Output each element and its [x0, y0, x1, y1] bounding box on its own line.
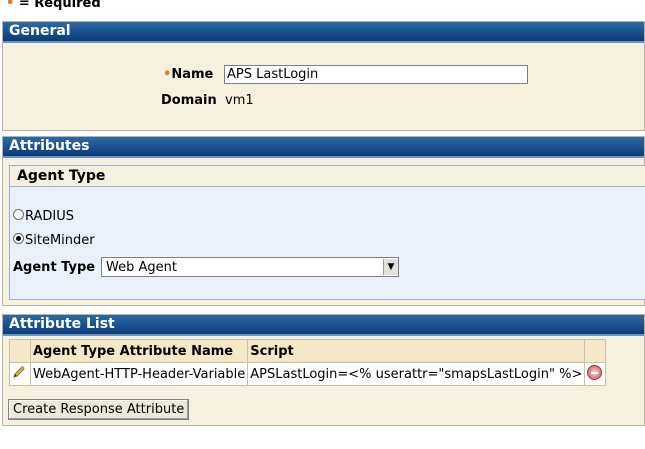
radius-label: RADIUS	[25, 209, 75, 224]
agent-type-panel: Agent Type	[9, 165, 645, 300]
name-input[interactable]	[224, 65, 528, 84]
edit-cell[interactable]	[9, 362, 31, 386]
required-marker: •	[6, 0, 15, 11]
agent-type-header: Agent Type	[10, 166, 645, 187]
remove-column-header	[584, 339, 607, 363]
domain-value: vm1	[225, 93, 254, 108]
agent-type-label: Agent Type	[13, 260, 96, 275]
general-header: General	[3, 22, 644, 43]
name-label-text: Name	[171, 67, 214, 82]
attribute-table: Agent Type Attribute Name Script WebAgen	[9, 339, 607, 386]
attribute-name-cell: WebAgent-HTTP-Header-Variable	[29, 362, 249, 386]
agent-type-select[interactable]: Web Agent ▼	[101, 257, 399, 277]
attributes-panel: Attributes Agent Type RADIUS SiteMinder …	[2, 136, 645, 306]
required-text: = Required	[18, 0, 101, 11]
remove-cell[interactable]	[584, 362, 607, 386]
required-note: • = Required	[6, 0, 101, 11]
table-row: WebAgent-HTTP-Header-Variable APSLastLog…	[9, 362, 607, 386]
siteminder-radio-option[interactable]: SiteMinder	[13, 233, 95, 248]
column-header-name: Agent Type Attribute Name	[29, 339, 249, 363]
column-header-script: Script	[247, 339, 586, 363]
attribute-list-panel: Attribute List Agent Type Attribute Name…	[2, 314, 645, 426]
chevron-down-icon[interactable]: ▼	[383, 259, 398, 275]
siteminder-radio[interactable]	[13, 233, 24, 244]
attribute-script-cell: APSLastLogin=<% userattr="smapsLastLogin…	[247, 362, 586, 386]
domain-label: Domain	[161, 93, 217, 108]
pencil-icon[interactable]	[12, 365, 26, 379]
radius-radio[interactable]	[13, 209, 24, 220]
remove-icon[interactable]	[587, 364, 603, 380]
name-label: •Name	[163, 67, 213, 82]
agent-type-selected-value: Web Agent	[106, 259, 177, 275]
attributes-header: Attributes	[3, 137, 644, 158]
table-header-row: Agent Type Attribute Name Script	[9, 339, 607, 363]
siteminder-label: SiteMinder	[25, 233, 95, 248]
attribute-list-header: Attribute List	[3, 315, 644, 336]
create-response-attribute-button[interactable]: Create Response Attribute	[8, 399, 190, 420]
general-panel: General •Name Domain vm1	[2, 21, 645, 131]
edit-column-header	[9, 339, 31, 363]
radius-radio-option[interactable]: RADIUS	[13, 209, 74, 224]
